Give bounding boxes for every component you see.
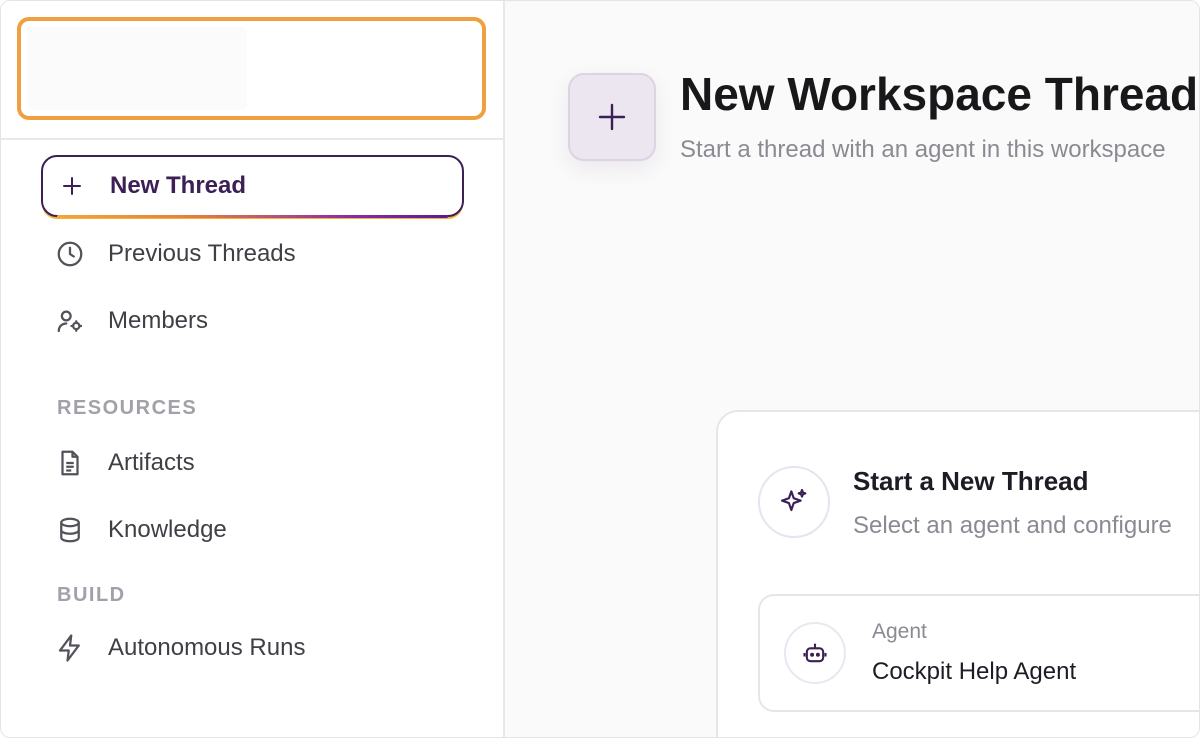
start-thread-card: Start a New Thread Select an agent and c… [716, 410, 1199, 737]
plus-icon [594, 99, 630, 135]
sidebar: New Thread Previous Threads Members RESO… [1, 1, 505, 737]
members-icon [53, 304, 87, 338]
page-subtitle: Start a thread with an agent in this wor… [680, 136, 1166, 163]
sidebar-item-label: Artifacts [108, 449, 195, 476]
card-title: Start a New Thread [853, 466, 1089, 496]
sidebar-item-knowledge[interactable]: Knowledge [41, 499, 464, 561]
app-window: New Thread Previous Threads Members RESO… [0, 0, 1200, 738]
main-content: New Workspace Thread Start a thread with… [505, 1, 1199, 737]
sidebar-item-label: Previous Threads [108, 240, 296, 267]
workspace-switcher[interactable] [17, 17, 486, 120]
sidebar-header [1, 1, 503, 140]
resources-section-title: RESOURCES [57, 397, 198, 419]
sidebar-item-autonomous-runs[interactable]: Autonomous Runs [41, 617, 464, 679]
card-subtitle: Select an agent and configure [853, 512, 1172, 539]
build-section-title: BUILD [57, 584, 126, 606]
robot-icon [784, 622, 846, 684]
agent-selector[interactable]: Agent Cockpit Help Agent [758, 594, 1199, 712]
clock-icon [53, 237, 87, 271]
plus-icon [55, 169, 89, 203]
new-thread-button[interactable]: New Thread [41, 155, 464, 218]
agent-name: Cockpit Help Agent [872, 658, 1077, 685]
new-thread-label: New Thread [110, 172, 247, 199]
sparkles-icon [758, 466, 830, 538]
page-title: New Workspace Thread [680, 68, 1199, 120]
lightning-icon [53, 631, 87, 665]
sidebar-item-label: Knowledge [108, 516, 227, 543]
sidebar-item-label: Members [108, 307, 209, 334]
document-icon [53, 446, 87, 480]
sidebar-item-previous-threads[interactable]: Previous Threads [41, 223, 464, 285]
database-icon [53, 513, 87, 547]
workspace-switcher-placeholder [27, 27, 247, 110]
hero-plus-badge [568, 73, 656, 161]
sidebar-item-label: Autonomous Runs [108, 634, 306, 661]
sidebar-item-artifacts[interactable]: Artifacts [41, 432, 464, 494]
agent-caption: Agent [872, 620, 927, 643]
sidebar-item-members[interactable]: Members [41, 290, 464, 352]
